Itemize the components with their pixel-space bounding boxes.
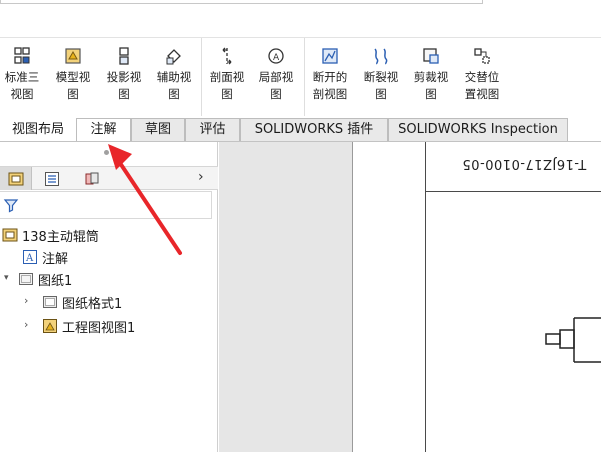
drawing-document-icon	[2, 228, 18, 242]
tree-item-sheet-label: 图纸1	[38, 273, 73, 289]
projected-view-label: 投影视 图	[106, 70, 142, 101]
break-view-icon	[374, 48, 388, 65]
drawing-view-icon	[43, 319, 57, 333]
title-block-line	[425, 191, 601, 192]
tab-solidworks-inspection[interactable]: SOLIDWORKS Inspection	[388, 118, 568, 142]
tab-view-layout[interactable]: 视图布局	[0, 118, 76, 142]
model-view-label: 模型视 图	[55, 70, 91, 101]
standard-three-view-icon	[14, 47, 30, 64]
annotations-icon: A	[23, 250, 37, 264]
sheet-icon	[19, 273, 33, 285]
tree-expand-drawing-view-icon[interactable]: ›	[24, 318, 28, 331]
part-view-geometry[interactable]	[540, 310, 601, 370]
tab-solidworks-addins-label: SOLIDWORKS 插件	[254, 122, 374, 137]
tab-annotation-label: 注解	[90, 122, 117, 137]
tree-item-annotations-label: 注解	[42, 251, 69, 267]
filter-icon[interactable]	[3, 197, 19, 213]
section-view-button[interactable]: 剖面视 图	[201, 46, 253, 103]
projected-view-icon	[119, 47, 129, 65]
panel-tab-config-manager[interactable]	[76, 167, 108, 190]
crop-view-label: 剪裁视 图	[413, 70, 449, 101]
model-view-icon	[65, 48, 81, 64]
sheet-edge	[352, 142, 353, 452]
tree-item-sheet[interactable]: 图纸1	[18, 268, 72, 290]
feature-manager-icon	[8, 172, 23, 185]
tree-item-drawing-view-label: 工程图视图1	[62, 320, 136, 336]
alternate-position-view-label: 交替位 置视图	[464, 70, 500, 101]
crop-view-button[interactable]: 剪裁视 图	[405, 46, 457, 103]
feature-manager-panel: › 138主动辊筒 A 注解 ▾ 图纸1 › 图纸格式1 › 工程图视图1	[0, 142, 218, 452]
section-view-icon	[222, 47, 232, 65]
auxiliary-view-label: 辅助视 图	[156, 70, 192, 101]
panel-tabs-more-icon[interactable]: ›	[198, 169, 204, 185]
title-block-number: T-16JZ17-0100-05	[462, 156, 587, 171]
config-manager-icon	[85, 172, 99, 184]
break-view-label: 断裂视 图	[363, 70, 399, 101]
property-manager-icon	[45, 171, 59, 186]
break-view-button[interactable]: 断裂视 图	[355, 46, 407, 103]
detail-view-label: 局部视 图	[258, 70, 294, 101]
tab-sketch-label: 草图	[144, 122, 171, 137]
detail-view-button[interactable]: A 局部视 图	[250, 46, 302, 103]
drawing-frame	[425, 142, 601, 452]
crop-view-icon	[423, 48, 439, 64]
alternate-position-view-button[interactable]: 交替位 置视图	[456, 46, 508, 103]
standard-three-view-label: 标准三 视图	[4, 70, 40, 101]
broken-out-section-label: 断开的 剖视图	[312, 70, 348, 101]
tab-solidworks-addins[interactable]: SOLIDWORKS 插件	[240, 118, 388, 142]
svg-text:A: A	[25, 253, 34, 264]
ribbon-toolbar: 标准三 视图 模型视 图 投影视 图 辅助视 图 剖面视 图 A 局部视 图 断…	[0, 38, 601, 118]
broken-out-section-icon	[322, 48, 338, 64]
tab-annotation[interactable]: 注解	[76, 118, 131, 142]
tab-evaluate[interactable]: 评估	[185, 118, 240, 142]
sheet-format-icon	[43, 296, 57, 308]
tree-item-drawing-view[interactable]: 工程图视图1	[42, 315, 135, 337]
top-strip	[0, 0, 601, 38]
detail-view-icon: A	[268, 48, 284, 64]
tab-evaluate-label: 评估	[199, 122, 226, 137]
panel-tab-feature-manager[interactable]	[0, 167, 32, 190]
panel-tab-property-manager[interactable]	[36, 167, 68, 190]
tree-item-document[interactable]: 138主动辊筒	[2, 224, 99, 246]
projected-view-button[interactable]: 投影视 图	[98, 46, 150, 103]
panel-resize-grip[interactable]	[104, 150, 109, 155]
tab-view-layout-label: 视图布局	[11, 122, 64, 137]
tree-item-annotations[interactable]: A 注解	[22, 246, 68, 268]
standard-three-view-button[interactable]: 标准三 视图	[0, 46, 48, 103]
svg-text:A: A	[273, 53, 280, 63]
tab-solidworks-inspection-label: SOLIDWORKS Inspection	[398, 122, 558, 137]
command-tab-bar: 视图布局 注解 草图 评估 SOLIDWORKS 插件 SOLIDWORKS I…	[0, 118, 601, 142]
search-box-edge[interactable]	[0, 0, 483, 4]
broken-out-section-button[interactable]: 断开的 剖视图	[304, 46, 356, 103]
auxiliary-view-icon	[166, 49, 181, 65]
tree-expand-sheet-icon[interactable]: ▾	[4, 273, 9, 283]
model-view-button[interactable]: 模型视 图	[47, 46, 99, 103]
tree-expand-sheet-format-icon[interactable]: ›	[24, 294, 28, 307]
tree-item-sheet-format[interactable]: 图纸格式1	[42, 291, 122, 313]
tab-sketch[interactable]: 草图	[131, 118, 185, 142]
tree-item-document-label: 138主动辊筒	[22, 229, 99, 245]
section-view-label: 剖面视 图	[209, 70, 245, 101]
panel-tab-strip: ›	[0, 166, 218, 190]
alternate-position-view-icon	[474, 48, 490, 64]
tree-filter-bar[interactable]	[0, 191, 212, 219]
auxiliary-view-button[interactable]: 辅助视 图	[148, 46, 200, 103]
tree-item-sheet-format-label: 图纸格式1	[62, 296, 123, 312]
